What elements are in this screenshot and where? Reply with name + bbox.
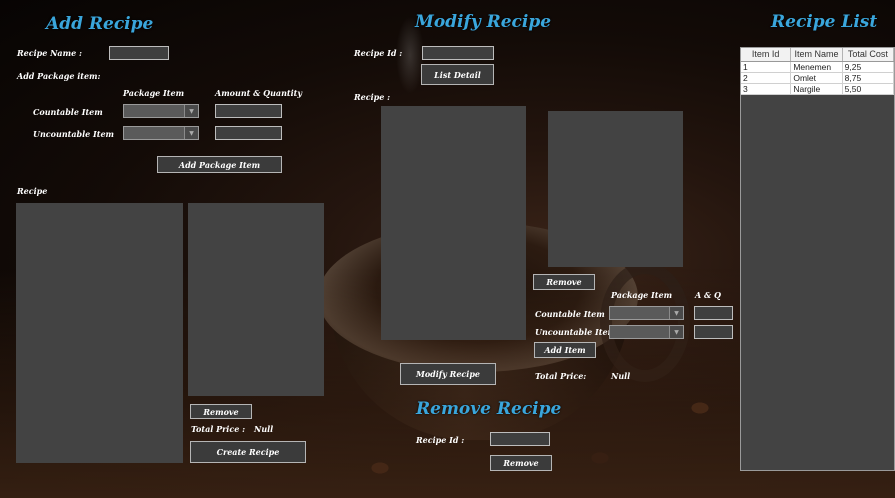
- recipe-detail-list[interactable]: [188, 203, 324, 396]
- cell-total-cost: 9,25: [843, 62, 894, 72]
- countable-item-label: Countable Item: [33, 107, 103, 117]
- cell-item-id: 2: [741, 73, 792, 83]
- modify-recipe-items-list[interactable]: [381, 106, 526, 340]
- modify-recipe-title: Modify Recipe: [415, 12, 552, 32]
- modify-countable-item-label: Countable Item: [535, 309, 605, 319]
- add-item-button[interactable]: Add Item: [534, 342, 596, 358]
- remove-recipe-id-label: Recipe Id :: [416, 435, 465, 445]
- chevron-down-icon[interactable]: ▼: [184, 105, 198, 117]
- cell-total-cost: 8,75: [843, 73, 894, 83]
- countable-amount-input[interactable]: [215, 104, 282, 118]
- modify-recipe-id-label: Recipe Id :: [354, 48, 403, 58]
- recipe-list-table[interactable]: Item Id Item Name Total Cost 1 Menemen 9…: [740, 47, 895, 471]
- total-price-label: Total Price :: [191, 424, 246, 434]
- list-detail-button[interactable]: List Detail: [421, 64, 494, 85]
- cell-item-name: Menemen: [791, 62, 843, 72]
- table-row[interactable]: 1 Menemen 9,25: [741, 62, 894, 73]
- remove-recipe-button[interactable]: Remove: [490, 455, 552, 471]
- recipe-list-title: Recipe List: [771, 12, 878, 32]
- remove-recipe-title: Remove Recipe: [416, 399, 562, 419]
- add-recipe-title: Add Recipe: [46, 14, 154, 34]
- table-row[interactable]: 2 Omlet 8,75: [741, 73, 894, 84]
- remove-recipe-id-input[interactable]: [490, 432, 550, 446]
- amount-quantity-header: Amount & Quantity: [215, 88, 302, 98]
- add-package-item-label: Add Package item:: [17, 71, 101, 81]
- table-header: Item Id Item Name Total Cost: [741, 48, 894, 62]
- column-header-item-id[interactable]: Item Id: [741, 48, 792, 61]
- recipe-items-list[interactable]: [16, 203, 183, 463]
- modify-recipe-detail-list[interactable]: [548, 111, 683, 267]
- add-remove-button[interactable]: Remove: [190, 404, 252, 419]
- uncountable-item-select[interactable]: ▼: [123, 126, 199, 140]
- column-header-total-cost[interactable]: Total Cost: [843, 48, 894, 61]
- modify-uncountable-item-select[interactable]: ▼: [609, 325, 684, 339]
- cell-total-cost: 5,50: [843, 84, 894, 94]
- cell-item-id: 1: [741, 62, 792, 72]
- modify-recipe-label: Recipe :: [354, 92, 391, 102]
- chevron-down-icon[interactable]: ▼: [669, 326, 683, 338]
- modify-countable-amount-input[interactable]: [694, 306, 733, 320]
- modify-countable-item-select[interactable]: ▼: [609, 306, 684, 320]
- modify-remove-button[interactable]: Remove: [533, 274, 595, 290]
- modify-package-item-header: Package Item: [611, 290, 673, 300]
- create-recipe-button[interactable]: Create Recipe: [190, 441, 306, 463]
- modify-recipe-id-input[interactable]: [422, 46, 494, 60]
- modify-total-price-label: Total Price:: [535, 371, 587, 381]
- package-item-header: Package Item: [123, 88, 185, 98]
- modify-uncountable-item-label: Uncountable Item: [535, 327, 617, 337]
- table-row[interactable]: 3 Nargile 5,50: [741, 84, 894, 95]
- modify-aq-header: A & Q: [695, 290, 721, 300]
- add-package-item-button[interactable]: Add Package Item: [157, 156, 282, 173]
- cell-item-id: 3: [741, 84, 792, 94]
- cell-item-name: Omlet: [791, 73, 843, 83]
- countable-item-select[interactable]: ▼: [123, 104, 199, 118]
- chevron-down-icon[interactable]: ▼: [669, 307, 683, 319]
- recipe-name-label: Recipe Name :: [17, 48, 82, 58]
- column-header-item-name[interactable]: Item Name: [791, 48, 843, 61]
- uncountable-item-label: Uncountable Item: [33, 129, 115, 139]
- cell-item-name: Nargile: [791, 84, 843, 94]
- modify-total-price-value: Null: [611, 371, 631, 381]
- modify-recipe-button[interactable]: Modify Recipe: [400, 363, 496, 385]
- recipe-name-input[interactable]: [109, 46, 169, 60]
- uncountable-amount-input[interactable]: [215, 126, 282, 140]
- chevron-down-icon[interactable]: ▼: [184, 127, 198, 139]
- total-price-value: Null: [254, 424, 274, 434]
- recipe-label: Recipe: [17, 186, 48, 196]
- modify-uncountable-amount-input[interactable]: [694, 325, 733, 339]
